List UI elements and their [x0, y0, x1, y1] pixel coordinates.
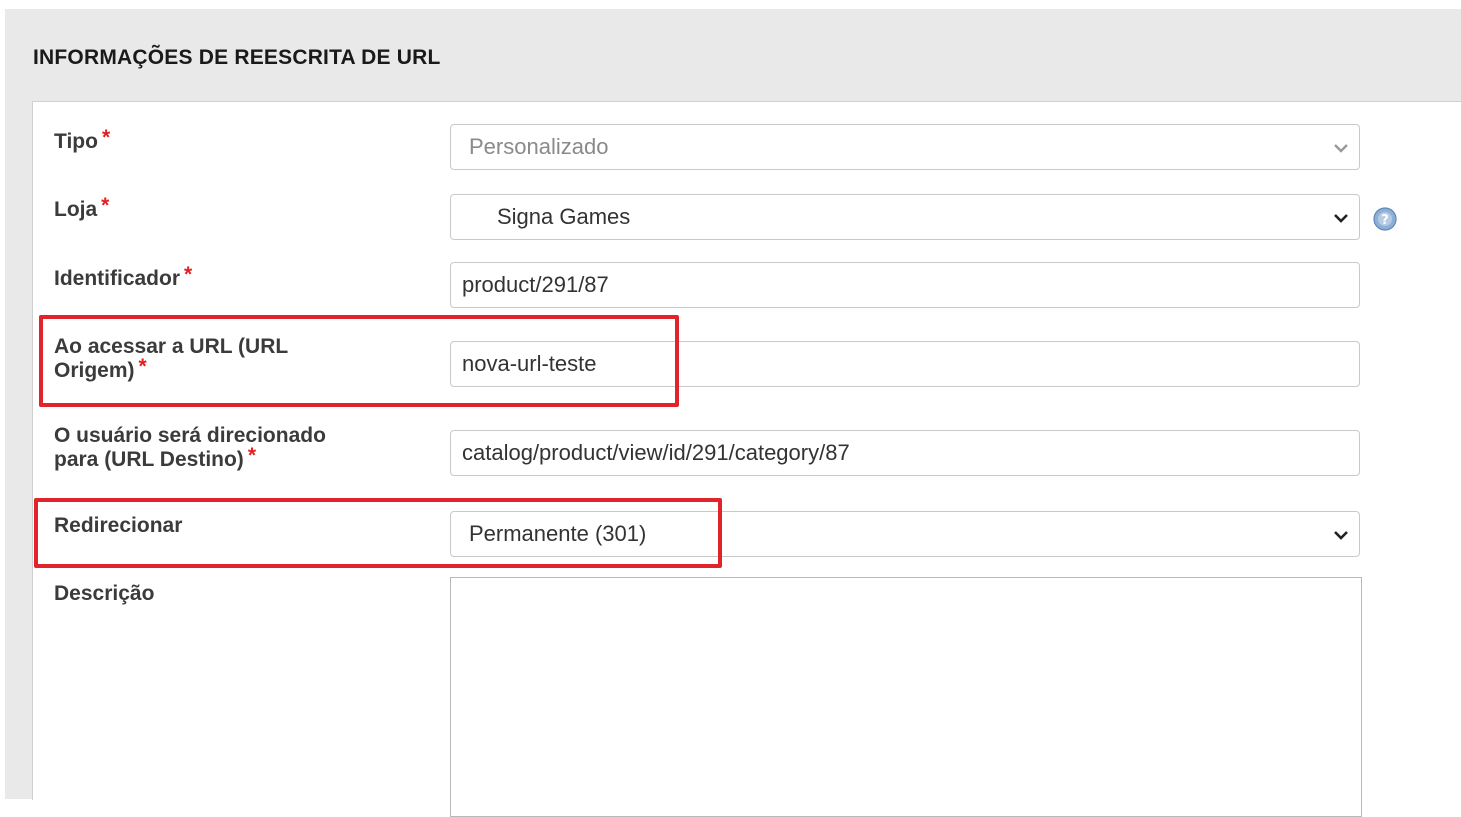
url-destino-input[interactable]: catalog/product/view/id/291/category/87 [450, 430, 1360, 476]
redirecionar-value: Permanente (301) [469, 521, 647, 546]
required-marker: * [184, 263, 193, 286]
url-origem-label: Ao acessar a URL (URL Origem) * [54, 335, 289, 382]
required-marker: * [101, 126, 111, 149]
chevron-down-icon [1334, 144, 1348, 153]
required-marker: * [101, 194, 110, 217]
url-destino-label: O usuário será direcionado para (URL Dest… [54, 424, 326, 471]
svg-text:?: ? [1381, 213, 1389, 228]
help-icon[interactable]: ? [1373, 207, 1397, 231]
required-marker: * [138, 355, 147, 378]
url-origem-input[interactable]: nova-url-teste [450, 341, 1360, 387]
identificador-label: Identificador * [54, 263, 193, 290]
required-marker: * [247, 444, 256, 467]
chevron-down-icon [1334, 214, 1348, 223]
loja-label: Loja * [54, 194, 110, 221]
descricao-textarea[interactable] [450, 577, 1362, 817]
loja-select[interactable]: Signa Games [450, 194, 1360, 240]
tipo-value: Personalizado [469, 134, 609, 159]
redirecionar-label: Redirecionar [54, 514, 183, 537]
chevron-down-icon [1334, 531, 1348, 540]
redirecionar-select[interactable]: Permanente (301) [450, 511, 1360, 557]
section-title: INFORMAÇÕES DE REESCRITA DE URL [33, 46, 441, 69]
descricao-label: Descrição [54, 582, 155, 605]
tipo-select[interactable]: Personalizado [450, 124, 1360, 170]
tipo-label: Tipo * [54, 126, 111, 153]
identificador-input[interactable]: product/291/87 [450, 262, 1360, 308]
loja-value: Signa Games [497, 204, 631, 229]
